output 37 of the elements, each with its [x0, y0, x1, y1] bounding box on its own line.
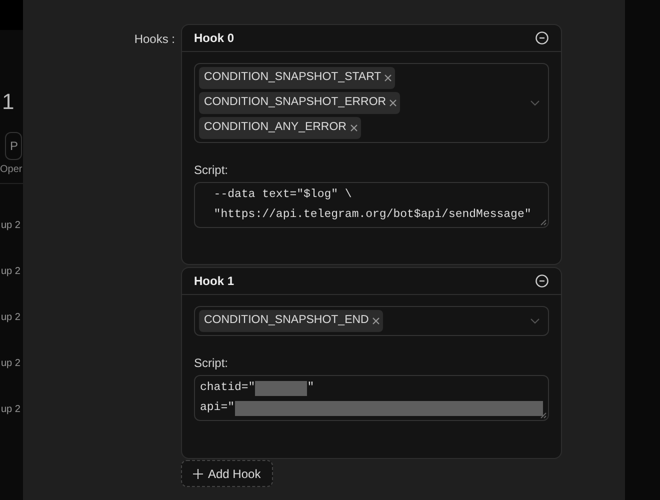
script-field[interactable]: chatid=" " api="	[194, 375, 549, 421]
chevron-down-icon	[530, 318, 540, 324]
script-label: Script:	[194, 162, 230, 179]
condition-select[interactable]: CONDITION_SNAPSHOT_START CONDITION_SNAPSHOT_ERROR CONDITION_ANY_ERROR	[194, 63, 549, 143]
script-line: --data text="$log" \	[212, 187, 353, 203]
script-line: api="	[200, 400, 543, 416]
table-cell-text: up 2	[1, 357, 20, 371]
remove-tag-icon[interactable]	[372, 317, 380, 325]
chevron-down-icon	[530, 100, 540, 106]
resize-handle-icon	[540, 412, 547, 419]
add-hook-button[interactable]: Add Hook	[181, 460, 273, 487]
condition-tag: CONDITION_SNAPSHOT_START	[199, 67, 396, 89]
script-line: chatid=" "	[200, 380, 316, 396]
hook-title: Hook 1	[194, 273, 234, 290]
table-cell-text: up 2	[1, 403, 20, 417]
remove-tag-icon[interactable]	[350, 124, 358, 132]
remove-tag-icon[interactable]	[389, 99, 398, 107]
remove-icon[interactable]	[535, 31, 549, 45]
resize-handle-icon	[540, 219, 547, 226]
script-label: Script:	[194, 355, 230, 372]
table-cell-text: up 2	[1, 265, 20, 279]
script-field[interactable]: --data text="$log" \ "https://api.telegram.org/bot$api/sendMessage"	[194, 182, 549, 228]
script-line: "https://api.telegram.org/bot$api/sendMessage"	[212, 207, 532, 223]
remove-icon[interactable]	[535, 274, 549, 288]
hooks-label: Hooks :	[133, 31, 176, 48]
condition-tag: CONDITION_SNAPSHOT_ERROR	[199, 92, 400, 114]
condition-tag: CONDITION_SNAPSHOT_END	[199, 310, 383, 332]
table-cell-text: up 2	[1, 219, 20, 233]
table-cell-text: up 2	[1, 311, 20, 325]
column-header: Oper	[0, 163, 22, 177]
condition-tag: CONDITION_ANY_ERROR	[199, 117, 360, 139]
filter-button[interactable]: P	[5, 132, 22, 160]
page-heading: 1	[2, 88, 14, 116]
hook-title: Hook 0	[194, 30, 234, 47]
plus-icon	[193, 468, 203, 478]
remove-tag-icon[interactable]	[384, 74, 392, 82]
condition-select[interactable]: CONDITION_SNAPSHOT_END	[194, 306, 549, 336]
